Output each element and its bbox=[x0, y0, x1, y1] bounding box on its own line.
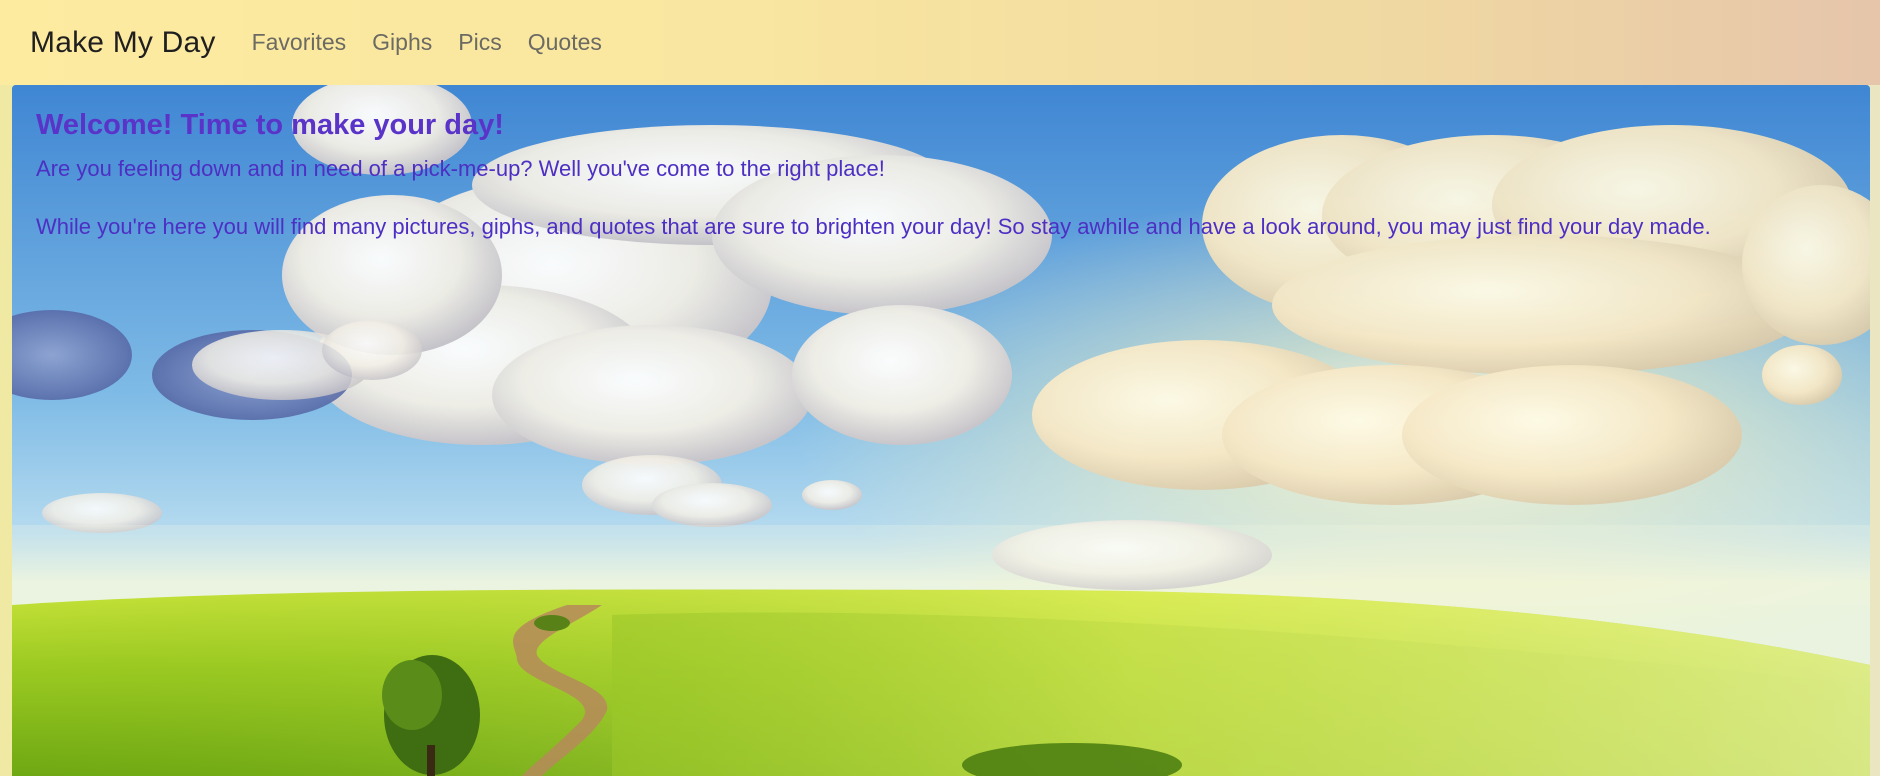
brand-logo-link[interactable]: Make My Day bbox=[30, 26, 216, 60]
nav-links: Favorites Giphs Pics Quotes bbox=[252, 29, 602, 56]
nav-item-quotes: Quotes bbox=[528, 29, 602, 56]
hero-content: Welcome! Time to make your day! Are you … bbox=[36, 109, 1846, 272]
nav-link-giphs[interactable]: Giphs bbox=[372, 29, 432, 55]
description-paragraph: While you're here you will find many pic… bbox=[36, 214, 1711, 239]
nav-item-giphs: Giphs bbox=[372, 29, 432, 56]
nav-item-pics: Pics bbox=[458, 29, 501, 56]
welcome-heading: Welcome! Time to make your day! bbox=[36, 109, 504, 141]
nav-link-pics[interactable]: Pics bbox=[458, 29, 501, 55]
nav-link-quotes[interactable]: Quotes bbox=[528, 29, 602, 55]
intro-paragraph: Are you feeling down and in need of a pi… bbox=[36, 156, 885, 181]
navbar: Make My Day Favorites Giphs Pics Quotes bbox=[0, 0, 1880, 85]
nav-item-favorites: Favorites bbox=[252, 29, 347, 56]
nav-link-favorites[interactable]: Favorites bbox=[252, 29, 347, 55]
hero-jumbotron: Welcome! Time to make your day! Are you … bbox=[12, 85, 1870, 776]
